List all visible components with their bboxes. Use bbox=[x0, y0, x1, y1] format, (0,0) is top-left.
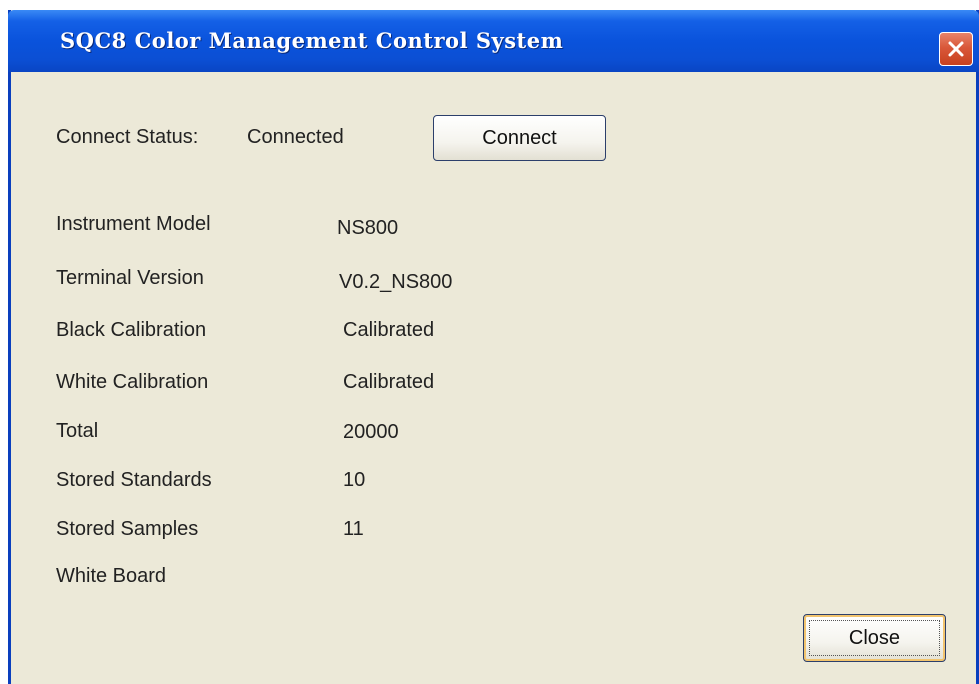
total-label: Total bbox=[56, 420, 99, 442]
white-calibration-label: White Calibration bbox=[56, 371, 209, 393]
stored-samples-value: 11 bbox=[343, 518, 364, 540]
instrument-model-label: Instrument Model bbox=[56, 213, 211, 235]
black-calibration-label: Black Calibration bbox=[56, 319, 207, 341]
stored-samples-label: Stored Samples bbox=[56, 518, 199, 540]
stored-standards-value: 10 bbox=[343, 469, 366, 491]
dialog-content: Connect Status: Connected Connect Instru… bbox=[0, 0, 979, 684]
connect-button[interactable]: Connect bbox=[433, 115, 606, 161]
close-button-label: Close bbox=[848, 626, 901, 649]
black-calibration-value: Calibrated bbox=[343, 319, 435, 341]
white-board-label: White Board bbox=[56, 565, 167, 587]
connect-button-label: Connect bbox=[482, 126, 557, 149]
terminal-version-value: V0.2_NS800 bbox=[339, 271, 453, 293]
terminal-version-label: Terminal Version bbox=[56, 267, 204, 289]
close-button[interactable]: Close bbox=[803, 614, 946, 662]
stored-standards-label: Stored Standards bbox=[56, 469, 212, 491]
connect-status-value: Connected bbox=[247, 126, 344, 148]
white-calibration-value: Calibrated bbox=[343, 371, 435, 393]
total-value: 20000 bbox=[343, 421, 399, 443]
connect-status-label: Connect Status: bbox=[56, 126, 199, 148]
instrument-model-value: NS800 bbox=[337, 217, 399, 239]
